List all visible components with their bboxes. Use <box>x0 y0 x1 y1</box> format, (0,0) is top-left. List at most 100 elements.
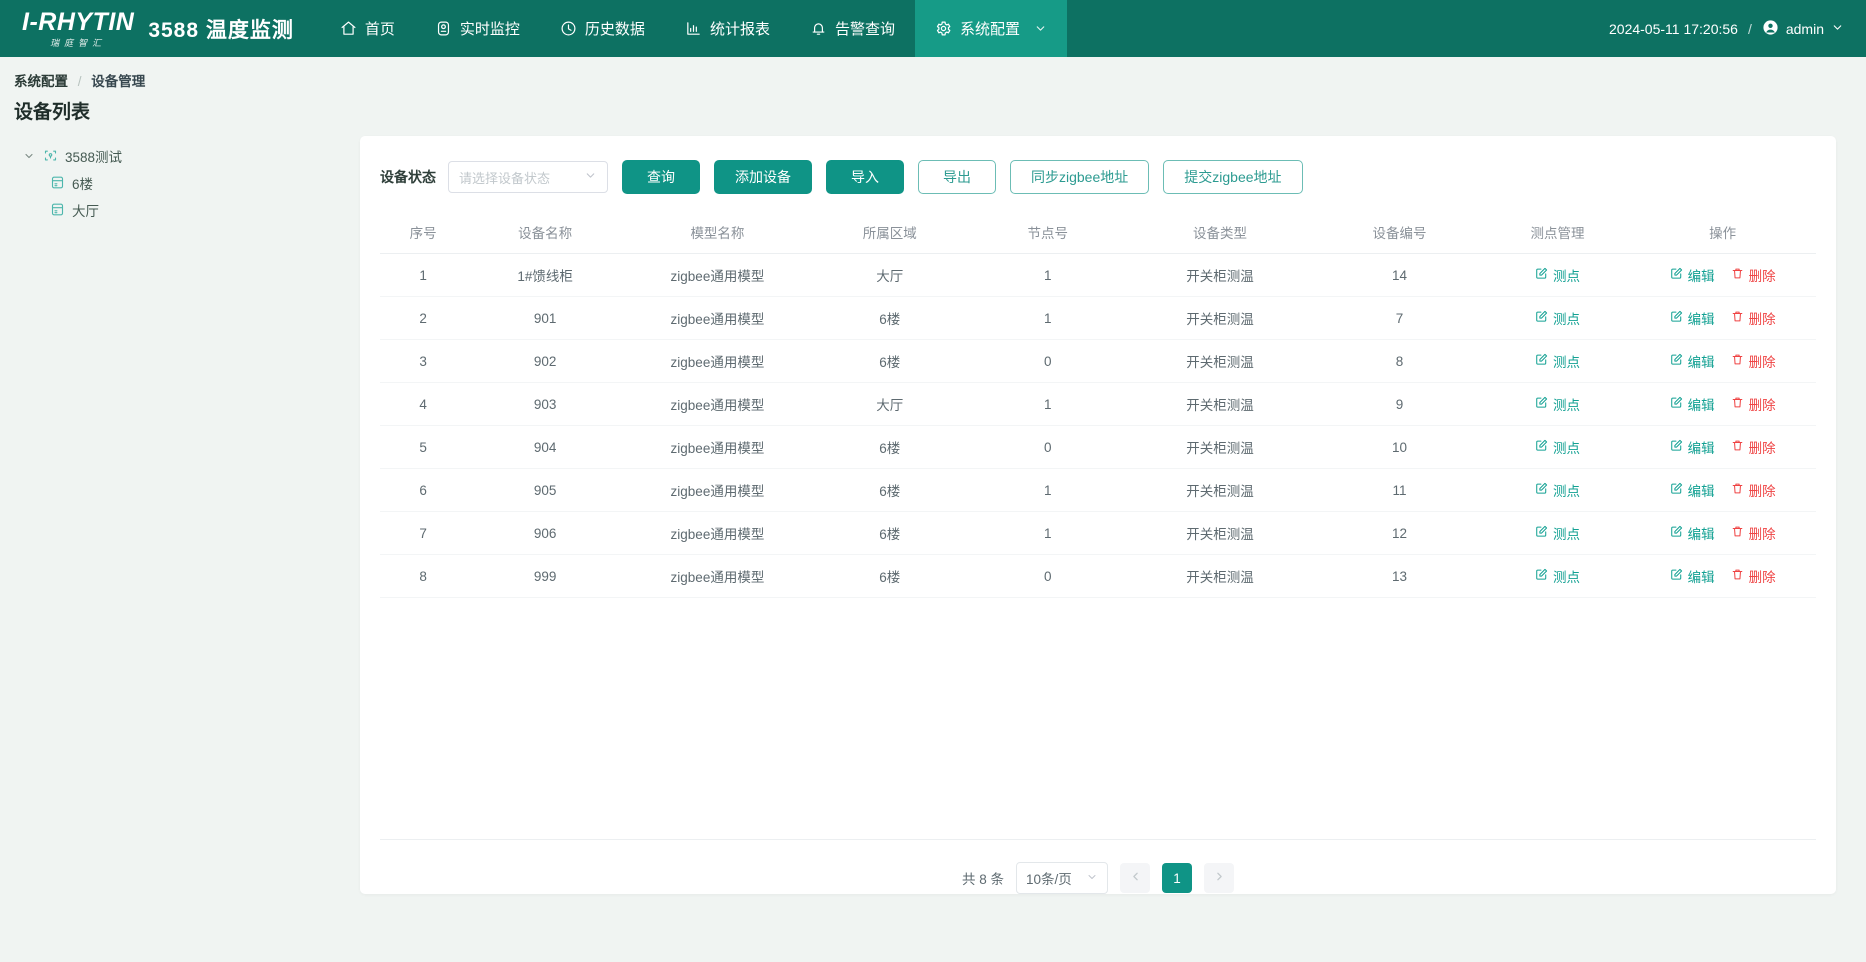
delete-link[interactable]: 删除 <box>1731 308 1776 328</box>
row-device-type: 开关柜测温 <box>1127 340 1314 383</box>
trash-icon <box>1731 439 1744 455</box>
device-status-select[interactable]: 请选择设备状态 <box>448 161 608 193</box>
edit-icon <box>1670 396 1683 412</box>
row-measure-point-cell: 测点 <box>1486 340 1630 383</box>
measure-point-link[interactable]: 测点 <box>1535 351 1580 371</box>
page-number-1[interactable]: 1 <box>1162 863 1192 893</box>
nav-label: 统计报表 <box>710 18 770 39</box>
edit-icon <box>1535 267 1548 283</box>
measure-point-link[interactable]: 测点 <box>1535 308 1580 328</box>
nav-item-realtime-monitor[interactable]: 实时监控 <box>415 0 540 57</box>
current-datetime: 2024-05-11 17:20:56 <box>1609 21 1738 37</box>
logo-wordmark: I-RHYTIN <box>22 10 134 35</box>
next-page-button[interactable] <box>1204 863 1234 893</box>
row-device-name: 905 <box>466 469 624 512</box>
row-device-type: 开关柜测温 <box>1127 297 1314 340</box>
row-area: 6楼 <box>811 555 969 598</box>
row-device-code: 11 <box>1313 469 1485 512</box>
node-icon <box>50 202 65 217</box>
edit-link[interactable]: 编辑 <box>1670 480 1715 500</box>
location-icon <box>43 148 58 163</box>
tree-node-dating[interactable]: 大厅 <box>22 196 360 223</box>
delete-label: 删除 <box>1749 351 1776 371</box>
row-device-name: 901 <box>466 297 624 340</box>
table-empty-space <box>380 598 1816 840</box>
nav-item-alarm-query[interactable]: 告警查询 <box>790 0 915 57</box>
total-count: 共 8 条 <box>962 868 1004 888</box>
measure-point-label: 测点 <box>1553 351 1580 371</box>
edit-link[interactable]: 编辑 <box>1670 351 1715 371</box>
measure-point-label: 测点 <box>1553 265 1580 285</box>
breadcrumb-separator: / <box>78 74 82 89</box>
sync-zigbee-address-button[interactable]: 同步zigbee地址 <box>1010 160 1149 194</box>
measure-point-label: 测点 <box>1553 308 1580 328</box>
measure-point-link[interactable]: 测点 <box>1535 265 1580 285</box>
row-device-code: 10 <box>1313 426 1485 469</box>
row-index: 6 <box>380 469 466 512</box>
edit-link[interactable]: 编辑 <box>1670 308 1715 328</box>
edit-link[interactable]: 编辑 <box>1670 566 1715 586</box>
row-device-code: 9 <box>1313 383 1485 426</box>
row-measure-point-cell: 测点 <box>1486 512 1630 555</box>
measure-point-label: 测点 <box>1553 394 1580 414</box>
measure-point-link[interactable]: 测点 <box>1535 394 1580 414</box>
edit-link[interactable]: 编辑 <box>1670 437 1715 457</box>
trash-icon <box>1731 310 1744 326</box>
user-menu[interactable]: admin <box>1762 19 1844 39</box>
delete-link[interactable]: 删除 <box>1731 480 1776 500</box>
delete-link[interactable]: 删除 <box>1731 394 1776 414</box>
edit-link[interactable]: 编辑 <box>1670 265 1715 285</box>
query-button[interactable]: 查询 <box>622 160 700 194</box>
nav-item-history-data[interactable]: 历史数据 <box>540 0 665 57</box>
row-measure-point-cell: 测点 <box>1486 469 1630 512</box>
header-separator: / <box>1748 21 1752 37</box>
row-model-name: zigbee通用模型 <box>624 426 811 469</box>
row-area: 6楼 <box>811 512 969 555</box>
row-model-name: zigbee通用模型 <box>624 555 811 598</box>
nav-label: 实时监控 <box>460 18 520 39</box>
nav-item-system-config[interactable]: 系统配置 <box>915 0 1067 57</box>
submit-zigbee-address-button[interactable]: 提交zigbee地址 <box>1163 160 1302 194</box>
chevron-left-icon <box>1129 870 1142 886</box>
delete-link[interactable]: 删除 <box>1731 265 1776 285</box>
measure-point-link[interactable]: 测点 <box>1535 523 1580 543</box>
table-row: 4903zigbee通用模型大厅1开关柜测温9测点编辑删除 <box>380 383 1816 426</box>
col-operations: 操作 <box>1629 212 1816 254</box>
breadcrumb-parent[interactable]: 系统配置 <box>14 74 68 89</box>
measure-point-link[interactable]: 测点 <box>1535 566 1580 586</box>
row-operations: 编辑删除 <box>1629 394 1816 414</box>
delete-link[interactable]: 删除 <box>1731 523 1776 543</box>
tree-node-6lou[interactable]: 6楼 <box>22 169 360 196</box>
row-area: 大厅 <box>811 383 969 426</box>
export-button[interactable]: 导出 <box>918 160 996 194</box>
nav-item-home[interactable]: 首页 <box>320 0 415 57</box>
measure-point-link[interactable]: 测点 <box>1535 437 1580 457</box>
measure-point-link[interactable]: 测点 <box>1535 480 1580 500</box>
row-device-type: 开关柜测温 <box>1127 383 1314 426</box>
app-header: I-RHYTIN 瑞庭智汇 3588 温度监测 首页 实时监控 历史数据 <box>0 0 1866 57</box>
row-index: 7 <box>380 512 466 555</box>
row-operations: 编辑删除 <box>1629 566 1816 586</box>
prev-page-button[interactable] <box>1120 863 1150 893</box>
chevron-down-icon[interactable] <box>22 150 36 162</box>
page-size-select[interactable]: 10条/页 <box>1016 862 1108 894</box>
row-node: 0 <box>969 340 1127 383</box>
chevron-down-icon <box>1086 871 1098 886</box>
tree-node-label: 6楼 <box>72 173 93 193</box>
delete-link[interactable]: 删除 <box>1731 566 1776 586</box>
table-row: 7906zigbee通用模型6楼1开关柜测温12测点编辑删除 <box>380 512 1816 555</box>
delete-link[interactable]: 删除 <box>1731 437 1776 457</box>
node-icon <box>50 175 65 190</box>
col-model-name: 模型名称 <box>624 212 811 254</box>
import-button[interactable]: 导入 <box>826 160 904 194</box>
edit-link[interactable]: 编辑 <box>1670 523 1715 543</box>
row-operations: 编辑删除 <box>1629 437 1816 457</box>
nav-item-statistics-report[interactable]: 统计报表 <box>665 0 790 57</box>
add-device-button[interactable]: 添加设备 <box>714 160 812 194</box>
tree-node-root[interactable]: 3588测试 <box>22 142 360 169</box>
device-list-card: 设备状态 请选择设备状态 查询 添加设备 导入 导出 同步zigbee地址 提交… <box>360 136 1836 894</box>
delete-link[interactable]: 删除 <box>1731 351 1776 371</box>
row-index: 1 <box>380 254 466 297</box>
edit-link[interactable]: 编辑 <box>1670 394 1715 414</box>
device-status-label: 设备状态 <box>380 167 436 187</box>
